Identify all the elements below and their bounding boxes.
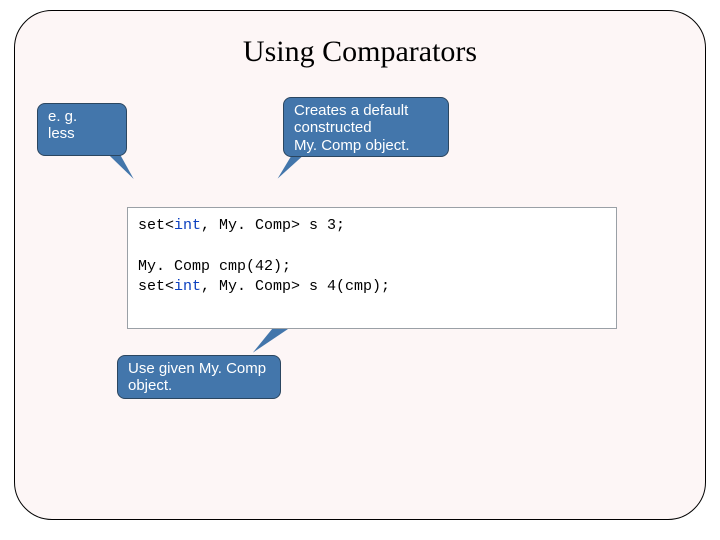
code-blank-line — [138, 236, 606, 256]
callout-text: Creates a default constructed My. Comp o… — [294, 102, 410, 154]
callout-use-given: Use given My. Comp object. — [117, 355, 281, 399]
code-block: set<int, My. Comp> s 3; My. Comp cmp(42)… — [127, 207, 617, 329]
code-text: set< — [138, 278, 174, 295]
code-keyword: int — [174, 278, 201, 295]
code-text: , My. Comp> s 4(cmp); — [201, 278, 390, 295]
code-line-3: My. Comp cmp(42); — [138, 257, 606, 277]
code-line-4: set<int, My. Comp> s 4(cmp); — [138, 277, 606, 297]
callout-text: Use given My. Comp object. — [128, 360, 266, 394]
slide-frame: Using Comparators e. g. less Creates a d… — [14, 10, 706, 520]
slide-title: Using Comparators — [15, 35, 705, 69]
callout-default-constructed: Creates a default constructed My. Comp o… — [283, 97, 449, 157]
code-text: , My. Comp> s 3; — [201, 217, 345, 234]
code-keyword: int — [174, 217, 201, 234]
code-text: set< — [138, 217, 174, 234]
code-line-1: set<int, My. Comp> s 3; — [138, 216, 606, 236]
callout-text: e. g. less — [48, 108, 77, 142]
callout-eg-less: e. g. less — [37, 103, 127, 156]
